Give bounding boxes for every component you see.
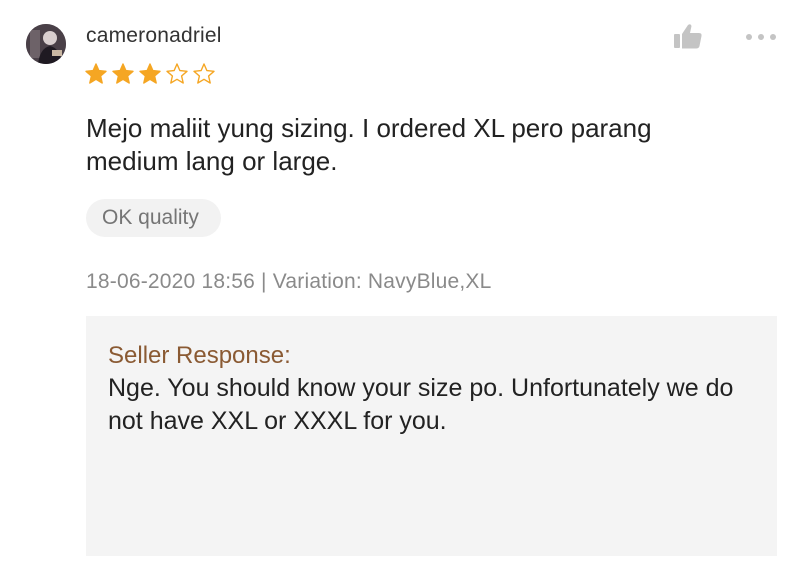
star-rating <box>84 62 216 86</box>
like-button[interactable] <box>672 22 704 50</box>
avatar[interactable] <box>26 24 66 64</box>
seller-response-text: Nge. You should know your size po. Unfor… <box>108 374 734 435</box>
star-empty-icon <box>166 63 188 84</box>
star-filled-icon <box>85 63 107 84</box>
review-meta: 18-06-2020 18:56 | Variation: NavyBlue,X… <box>86 270 492 293</box>
review-text: Mejo maliit yung sizing. I ordered XL pe… <box>86 113 652 176</box>
more-options-button[interactable] <box>744 30 780 42</box>
avatar-image <box>26 24 66 64</box>
star-empty-icon <box>193 63 215 84</box>
star-filled-icon <box>112 63 134 84</box>
star-filled-icon <box>139 63 161 84</box>
seller-response-box: Seller Response: Nge. You should know yo… <box>86 316 777 556</box>
quality-tag[interactable]: OK quality <box>86 199 221 237</box>
username[interactable]: cameronadriel <box>86 24 222 48</box>
more-horizontal-icon <box>746 34 776 40</box>
seller-response-title: Seller Response: <box>108 342 291 369</box>
thumbs-up-icon <box>674 24 702 49</box>
